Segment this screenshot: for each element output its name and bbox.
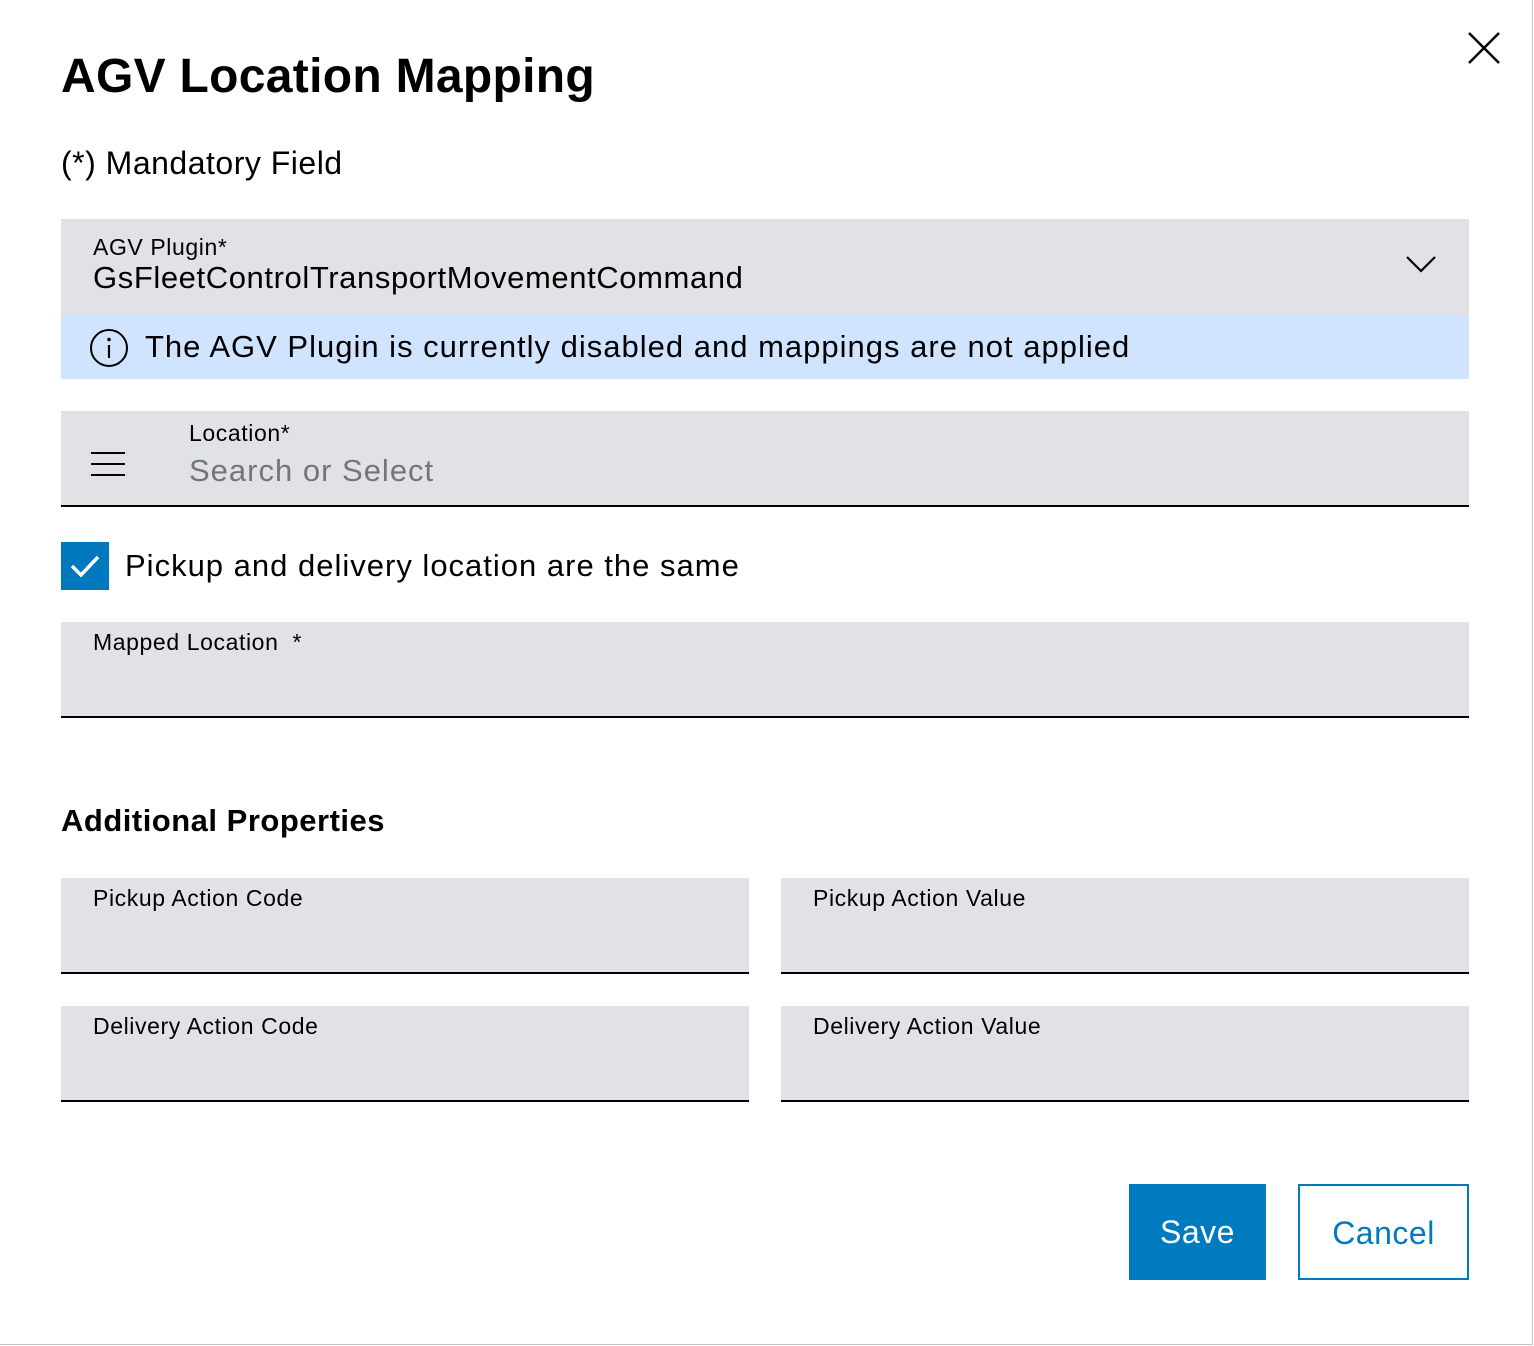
info-icon bbox=[89, 328, 129, 368]
mapped-location-field[interactable]: Mapped Location * bbox=[61, 622, 1469, 718]
save-button[interactable]: Save bbox=[1129, 1184, 1266, 1280]
pickup-action-value-label: Pickup Action Value bbox=[813, 885, 1026, 911]
agv-location-mapping-dialog: AGV Location Mapping (*) Mandatory Field… bbox=[0, 0, 1533, 1345]
delivery-action-value-field[interactable]: Delivery Action Value bbox=[781, 1006, 1469, 1102]
agv-plugin-label: AGV Plugin* bbox=[93, 234, 228, 260]
chevron-down-icon[interactable] bbox=[1405, 253, 1437, 275]
delivery-action-code-label: Delivery Action Code bbox=[93, 1013, 319, 1039]
pickup-action-code-field[interactable]: Pickup Action Code bbox=[61, 878, 749, 974]
checkmark-icon bbox=[70, 555, 100, 578]
same-location-checkbox[interactable] bbox=[61, 542, 109, 590]
location-field: Location* bbox=[61, 411, 1469, 507]
cancel-button[interactable]: Cancel bbox=[1298, 1184, 1469, 1280]
mandatory-field-note: (*) Mandatory Field bbox=[61, 145, 343, 181]
additional-properties-heading: Additional Properties bbox=[61, 803, 385, 838]
agv-plugin-select[interactable]: AGV Plugin* GsFleetControlTransportMovem… bbox=[61, 219, 1469, 315]
delivery-action-code-field[interactable]: Delivery Action Code bbox=[61, 1006, 749, 1102]
menu-icon[interactable] bbox=[91, 451, 125, 477]
location-search-input[interactable] bbox=[189, 451, 1389, 491]
close-icon[interactable] bbox=[1462, 26, 1506, 70]
mapped-location-label: Mapped Location * bbox=[93, 629, 302, 655]
pickup-action-value-field[interactable]: Pickup Action Value bbox=[781, 878, 1469, 974]
location-label: Location* bbox=[189, 420, 291, 446]
pickup-action-code-label: Pickup Action Code bbox=[93, 885, 304, 911]
notice-text: The AGV Plugin is currently disabled and… bbox=[145, 329, 1131, 364]
plugin-disabled-notice: The AGV Plugin is currently disabled and… bbox=[61, 315, 1469, 379]
delivery-action-value-label: Delivery Action Value bbox=[813, 1013, 1042, 1039]
agv-plugin-value: GsFleetControlTransportMovementCommand bbox=[93, 260, 744, 295]
same-location-label: Pickup and delivery location are the sam… bbox=[125, 548, 740, 583]
dialog-title: AGV Location Mapping bbox=[61, 50, 595, 103]
